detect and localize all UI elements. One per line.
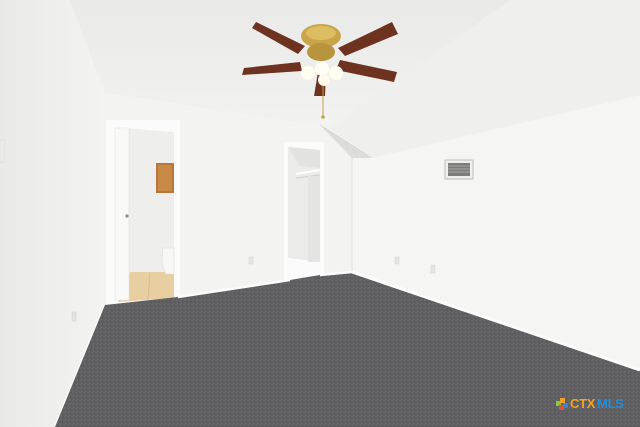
mls-logo-icon bbox=[556, 397, 568, 410]
room-photo bbox=[0, 0, 640, 427]
toilet bbox=[161, 247, 175, 275]
fan-light-globe bbox=[301, 66, 315, 80]
watermark-brand-a: CTX bbox=[570, 396, 596, 411]
right-wall-outlet-2 bbox=[430, 264, 436, 274]
left-wall-outlet bbox=[71, 311, 77, 322]
closet-side-wall bbox=[308, 176, 320, 262]
door-knob bbox=[125, 214, 129, 218]
back-wall-outlet bbox=[248, 256, 254, 265]
watermark-brand-b: MLS bbox=[597, 396, 624, 411]
right-wall-outlet-1 bbox=[394, 256, 400, 265]
mls-watermark: CTX MLS bbox=[556, 396, 624, 411]
light-switch bbox=[0, 139, 6, 163]
bathroom-door-slab bbox=[114, 127, 130, 301]
